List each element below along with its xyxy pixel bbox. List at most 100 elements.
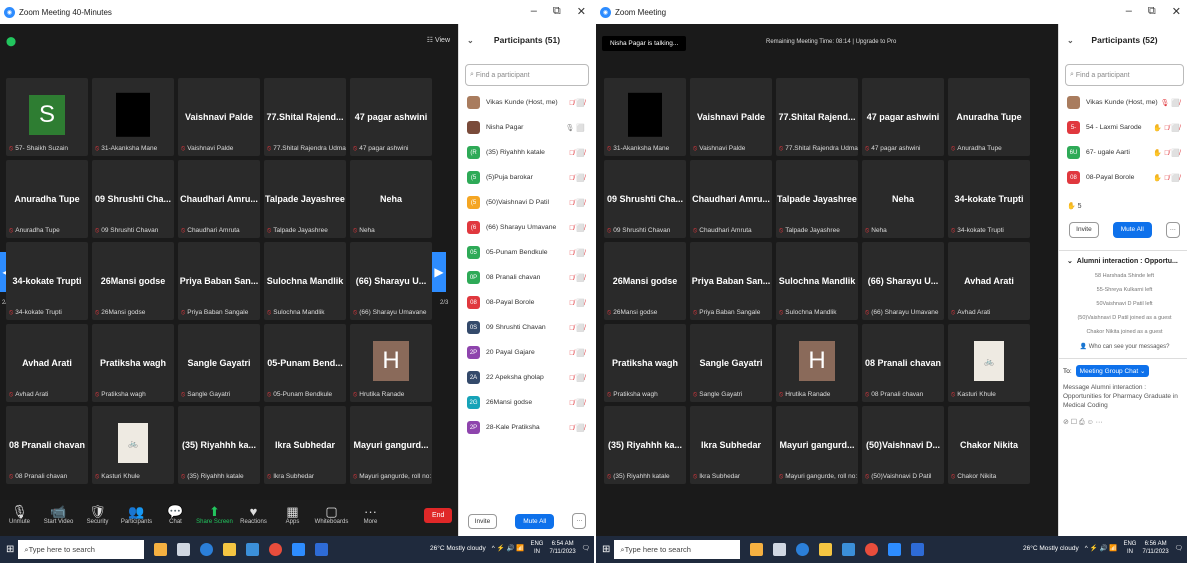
video-tile[interactable]: Priya Baban San... ⦸ Priya Baban Sangale (690, 242, 772, 320)
remaining-time-banner[interactable]: Remaining Meeting Time: 08:14 | Upgrade … (766, 39, 896, 45)
chat-title[interactable]: ⌄ Alumni interaction : Opportu... (1059, 257, 1187, 265)
video-tile[interactable]: 34-kokate Trupti ⦸ 34-kokate Trupti (948, 160, 1030, 238)
taskbar-search-input[interactable]: ⌕ Type here to search (18, 540, 145, 559)
video-tile[interactable]: Pratiksha wagh ⦸ Pratiksha wagh (604, 324, 686, 402)
participant-status-icons[interactable]: 🎙̸ ⬜̸ (569, 149, 585, 157)
store-icon[interactable] (842, 543, 856, 556)
video-tile[interactable]: Neha ⦸ Neha (862, 160, 944, 238)
participant-status-icons[interactable]: 🎙̸ ⬜̸ (569, 299, 585, 307)
video-tile[interactable]: Avhad Arati ⦸ Avhad Arati (948, 242, 1030, 320)
participant-status-icons[interactable]: 🎙̸ ⬜̸ (569, 274, 585, 282)
participant-status-icons[interactable]: 🎙̸ ⬜̸ (569, 249, 585, 257)
participant-row[interactable]: (6 (66) Sharayu Umavane 🎙̸ ⬜̸ (459, 215, 594, 240)
widgets-icon[interactable] (154, 543, 168, 556)
video-tile[interactable]: Vaishnavi Palde ⦸ Vaishnavi Palde (178, 78, 260, 156)
video-tile[interactable]: Avhad Arati ⦸ Avhad Arati (6, 324, 88, 402)
participant-row[interactable]: 05 05-Punam Bendkule 🎙̸ ⬜̸ (459, 240, 594, 265)
clock[interactable]: 6:54 AM 7/11/2023 (549, 540, 575, 556)
video-tile[interactable]: ⦸ 31-Akanksha Mane (92, 78, 174, 156)
video-tile[interactable]: (66) Sharayu U... ⦸ (66) Sharayu Umavane (350, 242, 432, 320)
notification-icon[interactable]: 🗨 (582, 544, 590, 552)
toolbar-security-button[interactable]: 🛡 Security (78, 500, 117, 525)
participant-row[interactable]: 5- 54 - Laxmi Sarode ✋ 🎙̸ ⬜̸ (1059, 115, 1187, 140)
video-tile[interactable]: Talpade Jayashree ⦸ Talpade Jayashree (776, 160, 858, 238)
participant-status-icons[interactable]: ✋ 🎙̸ ⬜̸ (1153, 174, 1180, 182)
video-tile[interactable]: 09 Shrushti Cha... ⦸ 09 Shrushti Chavan (604, 160, 686, 238)
widgets-icon[interactable] (750, 543, 764, 556)
video-tile[interactable]: (35) Riyahhh ka... ⦸ (35) Riyahhh katale (604, 406, 686, 484)
video-tile[interactable]: 47 pagar ashwini ⦸ 47 pagar ashwini (862, 78, 944, 156)
participant-row[interactable]: Nisha Pagar 🎙 ⬜ (459, 115, 594, 140)
language-indicator[interactable]: ENG IN (1123, 540, 1136, 556)
restore-button[interactable]: ⧉ (553, 5, 561, 18)
video-tile[interactable]: 🚲 ⦸ Kasturi Khule (92, 406, 174, 484)
next-page-button[interactable]: ▶ (432, 252, 446, 292)
participant-row[interactable]: 2P 20 Payal Gajare 🎙̸ ⬜̸ (459, 340, 594, 365)
video-tile[interactable]: 08 Pranali chavan ⦸ 08 Pranali chavan (862, 324, 944, 402)
weather[interactable]: 26°C Mostly cloudy (1023, 545, 1079, 552)
recipient-selector[interactable]: Meeting Group Chat ⌄ (1075, 365, 1150, 377)
invite-button[interactable]: Invite (1069, 222, 1099, 238)
video-tile[interactable]: 47 pagar ashwini ⦸ 47 pagar ashwini (350, 78, 432, 156)
minimize-button[interactable]: – (531, 5, 537, 18)
chrome-icon[interactable] (865, 543, 879, 556)
participant-row[interactable]: 08 08-Payal Borole 🎙̸ ⬜̸ (459, 290, 594, 315)
participant-row[interactable]: 0S 09 Shrushti Chavan 🎙̸ ⬜̸ (459, 315, 594, 340)
participant-status-icons[interactable]: 🎙̸ ⬜̸ (569, 99, 585, 107)
toolbar-share-screen-button[interactable]: ⬆ Share Screen (195, 500, 234, 525)
language-indicator[interactable]: ENG IN (530, 540, 543, 556)
taskbar-search-input[interactable]: ⌕ Type here to search (614, 540, 741, 559)
zoom-taskbar-icon[interactable] (888, 543, 902, 556)
participant-status-icons[interactable]: 🎙̸ ⬜̸ (569, 349, 585, 357)
participant-status-icons[interactable]: 🎙̸ ⬜̸ (569, 399, 585, 407)
close-button[interactable]: ✕ (1172, 5, 1181, 18)
restore-button[interactable]: ⧉ (1148, 5, 1156, 18)
windows-start-icon[interactable]: ⊞ (6, 544, 14, 555)
video-tile[interactable]: 77.Shital Rajend... ⦸ 77.Shital Rajendra U… (776, 78, 858, 156)
video-tile[interactable]: 05-Punam Bend... ⦸ 05-Punam Bendkule (264, 324, 346, 402)
video-tile[interactable]: Talpade Jayashree ⦸ Talpade Jayashree (264, 160, 346, 238)
video-tile[interactable]: (66) Sharayu U... ⦸ (66) Sharayu Umavane (862, 242, 944, 320)
close-button[interactable]: ✕ (577, 5, 586, 18)
participant-search-input[interactable]: ⌕ Find a participant (1065, 64, 1184, 86)
who-can-see-link[interactable]: 👤 Who can see your messages? (1059, 343, 1187, 350)
participant-status-icons[interactable]: 🎙̸ ⬜̸ (569, 424, 585, 432)
video-tile[interactable]: (35) Riyahhh ka... ⦸ (35) Riyahhh katale (178, 406, 260, 484)
toolbar-participants-button[interactable]: 👥 Participants (117, 500, 156, 525)
video-tile[interactable]: Sulochna Mandlik ⦸ Sulochna Mandlik (776, 242, 858, 320)
file-explorer-icon[interactable] (819, 543, 833, 556)
edge-icon[interactable] (200, 543, 214, 556)
video-tile[interactable]: 26Mansi godse ⦸ 26Mansi godse (604, 242, 686, 320)
message-input[interactable]: Message Alumni interaction : Opportuniti… (1063, 383, 1186, 410)
video-tile[interactable]: Sulochna Mandlik ⦸ Sulochna Mandlik (264, 242, 346, 320)
task-view-icon[interactable] (773, 543, 787, 556)
toolbar-start-video-button[interactable]: 📹 Start Video (39, 500, 78, 525)
mute-all-button[interactable]: Mute All (515, 513, 555, 529)
video-tile[interactable]: Ikra Subhedar ⦸ Ikra Subhedar (690, 406, 772, 484)
video-tile[interactable]: Mayuri gangurd... ⦸ Mayuri gangurde, roll … (350, 406, 432, 484)
participant-status-icons[interactable]: 🎙̸ ⬜̸ (569, 224, 585, 232)
video-tile[interactable]: (50)Vaishnavi D... ⦸ (50)Vaishnavi D Patil (862, 406, 944, 484)
word-icon[interactable] (911, 543, 925, 556)
toolbar-apps-button[interactable]: ▦ Apps (273, 500, 312, 525)
edge-icon[interactable] (796, 543, 810, 556)
view-button[interactable]: ☷ View (427, 36, 450, 44)
participant-status-icons[interactable]: 🎙 ⬜̸ (1160, 99, 1180, 107)
participant-status-icons[interactable]: ✋ 🎙̸ ⬜̸ (1153, 124, 1180, 132)
video-tile[interactable]: Anuradha Tupe ⦸ Anuradha Tupe (6, 160, 88, 238)
mute-all-button[interactable]: Mute All (1112, 222, 1152, 238)
windows-start-icon[interactable]: ⊞ (602, 544, 610, 555)
tray-icons[interactable]: ^ ⚡ 🔊 📶 (1085, 544, 1118, 552)
end-meeting-button[interactable]: End (424, 508, 453, 523)
clock[interactable]: 6:56 AM 7/11/2023 (1142, 540, 1168, 556)
collapse-icon[interactable]: ⌄ (1067, 36, 1074, 45)
video-tile[interactable]: Neha ⦸ Neha (350, 160, 432, 238)
video-tile[interactable]: 34-kokate Trupti ⦸ 34-kokate Trupti (6, 242, 88, 320)
video-tile[interactable]: 🚲 ⦸ Kasturi Khule (948, 324, 1030, 402)
video-tile[interactable]: Priya Baban San... ⦸ Priya Baban Sangale (178, 242, 260, 320)
participant-row[interactable]: 0P 08 Pranali chavan 🎙̸ ⬜̸ (459, 265, 594, 290)
video-tile[interactable]: Ikra Subhedar ⦸ Ikra Subhedar (264, 406, 346, 484)
toolbar-unmute-button[interactable]: 🎙 Unmute (0, 500, 39, 525)
toolbar-whiteboards-button[interactable]: ▢ Whiteboards (312, 500, 351, 525)
toolbar-reactions-button[interactable]: ♥ Reactions (234, 500, 273, 525)
